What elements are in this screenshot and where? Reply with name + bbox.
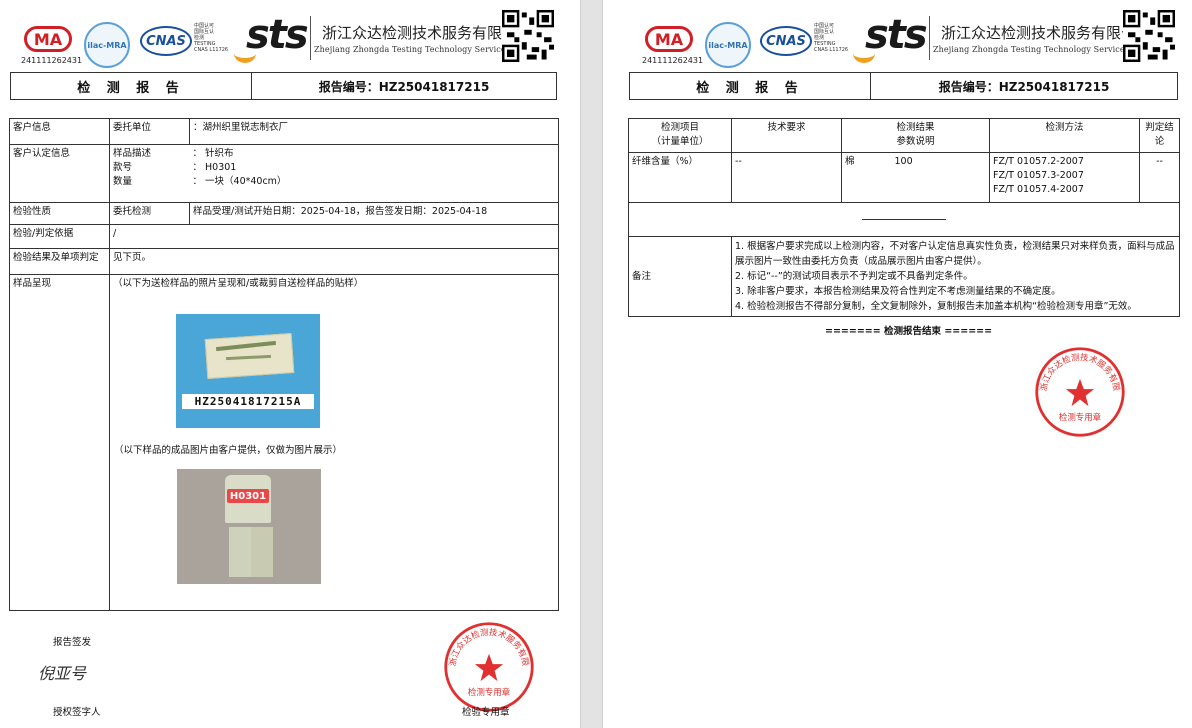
cma-number: 241111262431	[642, 56, 704, 65]
svg-text:浙江众达检测技术服务有限公司: 浙江众达检测技术服务有限公司	[442, 620, 531, 667]
remark-1: 1. 根据客户要求完成以上检测内容，不对客户认定信息真实性负责，检测结果只对来样…	[735, 241, 1175, 267]
cma-logo: MA	[24, 26, 72, 52]
col-judge-header: 判定结论	[1139, 118, 1180, 153]
cma-number: 241111262431	[21, 56, 83, 65]
col-requirement-header: 技术要求	[731, 118, 842, 153]
col-method-header: 检测方法	[989, 118, 1140, 153]
row-judge: --	[1139, 152, 1180, 203]
stamp-below-text: 检验专用章	[462, 707, 510, 718]
header-separator	[310, 16, 311, 60]
qr-code-icon	[1123, 10, 1175, 62]
remark-2: 2. 标记“--”的测试项目表示不予判定或不具备判定条件。	[735, 271, 973, 282]
cnas-logo: CNAS	[140, 26, 192, 56]
official-stamp: 浙江众达检测技术服务有限公司 检测专用章	[1033, 345, 1125, 437]
sample-photo: HZ25041817215A	[176, 314, 320, 428]
signature: 倪亚号	[38, 664, 87, 683]
product-shorts-right	[251, 527, 273, 577]
report-title-bar: 检 测 报 告 报告编号：HZ25041817215	[10, 72, 557, 100]
product-photo: H0301	[177, 469, 321, 584]
test-dates: 样品受理/测试开始日期：2025-04-18，报告签发日期：2025-04-18	[189, 202, 559, 225]
stamp-center-text: 检测专用章	[1059, 412, 1102, 422]
svg-text:浙江众达检测技术服务有限公司: 浙江众达检测技术服务有限公司	[1033, 345, 1122, 392]
report-end-text: ======= 检测报告结束 ======	[825, 326, 993, 337]
remarks-label: 备注	[628, 236, 732, 317]
remarks-cell: 1. 根据客户要求完成以上检测内容，不对客户认定信息真实性负责，检测结果只对来样…	[731, 236, 1180, 317]
row-requirement: --	[731, 152, 842, 203]
row-param: 棉	[841, 152, 892, 203]
entrust-value: ：湖州织里锐志制衣厂	[189, 118, 559, 145]
sample-barcode-label: HZ25041817215A	[182, 394, 314, 409]
company-name-cn: 浙江众达检测技术服务有限公司	[941, 24, 1152, 42]
stamp-ring-text: 浙江众达检测技术服务有限公司	[1033, 345, 1122, 392]
entrust-label: 委托单位	[109, 118, 190, 145]
result-value: 见下页。	[109, 248, 559, 275]
product-style-tag: H0301	[227, 489, 269, 503]
ilac-logo: ilac-MRA	[84, 22, 130, 68]
row-item: 纤维含量（%）	[628, 152, 732, 203]
basis-value: /	[109, 224, 559, 249]
header-separator	[929, 16, 930, 60]
report-number: 报告编号：HZ25041817215	[938, 79, 1110, 94]
report-title-bar: 检 测 报 告 报告编号：HZ25041817215	[629, 72, 1178, 100]
cnas-small-text: 中国认可 国际互认 检测 TESTING CNAS L11726	[814, 23, 849, 53]
basis-label: 检验/判定依据	[9, 224, 110, 249]
separator-row	[628, 202, 1180, 237]
sample-desc-value: ： 针织布	[192, 148, 234, 159]
page-gap	[580, 0, 603, 728]
remark-4: 4. 检验检测报告不得部分复制，全文复制除外，复制报告未加盖本机构“检验检测专用…	[735, 301, 1137, 312]
issuer-label: 报告签发	[53, 637, 92, 648]
official-stamp: 浙江众达检测技术服务有限公司 检测专用章	[442, 620, 534, 712]
qty-label: 数量	[113, 176, 133, 187]
style-value: ： H0301	[192, 162, 237, 173]
signer-label: 授权签字人	[53, 707, 101, 718]
client-info-label: 客户信息	[9, 118, 110, 145]
sts-logo: sts	[865, 12, 928, 58]
stamp-ring-text: 浙江众达检测技术服务有限公司	[442, 620, 531, 667]
row-methods: FZ/T 01057.2-2007 FZ/T 01057.3-2007 FZ/T 0…	[989, 152, 1140, 203]
client-confirmed-label: 客户认定信息	[9, 144, 110, 203]
cnas-small-text: 中国认可 国际互认 检测 TESTING CNAS L11726	[194, 23, 229, 53]
test-results-table: 检测项目 （计量单位） 技术要求 检测结果 参数说明 检测方法 判定结论 纤维含量（…	[628, 118, 1180, 317]
sample-show-label: 样品呈现	[9, 274, 110, 611]
report-title: 检 测 报 告	[630, 73, 871, 99]
company-name-cn: 浙江众达检测技术服务有限公司	[322, 24, 533, 42]
remark-3: 3. 除非客户要求，本报告检测结果及符合性判定不考虑测量结果的不确定度。	[735, 286, 1061, 297]
row-value: 100	[891, 152, 990, 203]
test-nature-label: 检验性质	[9, 202, 110, 225]
style-label: 款号	[113, 162, 133, 173]
sample-note-2: （以下样品的成品图片由客户提供，仅做为图片展示）	[114, 445, 343, 456]
cnas-logo: CNAS	[760, 26, 812, 56]
col-result-header: 检测结果 参数说明	[841, 118, 990, 153]
qty-value: ： 一块（40*40cm）	[192, 176, 287, 187]
sample-note-1: （以下为送检样品的照片呈现和/或裁剪自送检样品的贴样）	[113, 278, 364, 289]
ilac-logo: ilac-MRA	[705, 22, 751, 68]
sts-logo: sts	[246, 12, 309, 58]
separator-line	[862, 219, 946, 220]
qr-code-icon	[502, 10, 554, 62]
test-nature-value: 委托检测	[109, 202, 190, 225]
report-page-2[interactable]: MA 241111262431 ilac-MRA CNAS 中国认可 国际互认 检测…	[603, 0, 1192, 728]
product-shorts-left	[229, 527, 251, 577]
stamp-center-text: 检测专用章	[468, 687, 511, 697]
report-title: 检 测 报 告	[11, 73, 252, 99]
report-number: 报告编号：HZ25041817215	[318, 79, 490, 94]
sample-desc-label: 样品描述	[113, 148, 152, 159]
report-page-1[interactable]: MA 241111262431 ilac-MRA CNAS 中国认可 国际互认 检测…	[0, 0, 580, 728]
cma-logo: MA	[645, 26, 693, 52]
result-label: 检验结果及单项判定	[9, 248, 110, 275]
col-item-header: 检测项目 （计量单位）	[628, 118, 732, 153]
